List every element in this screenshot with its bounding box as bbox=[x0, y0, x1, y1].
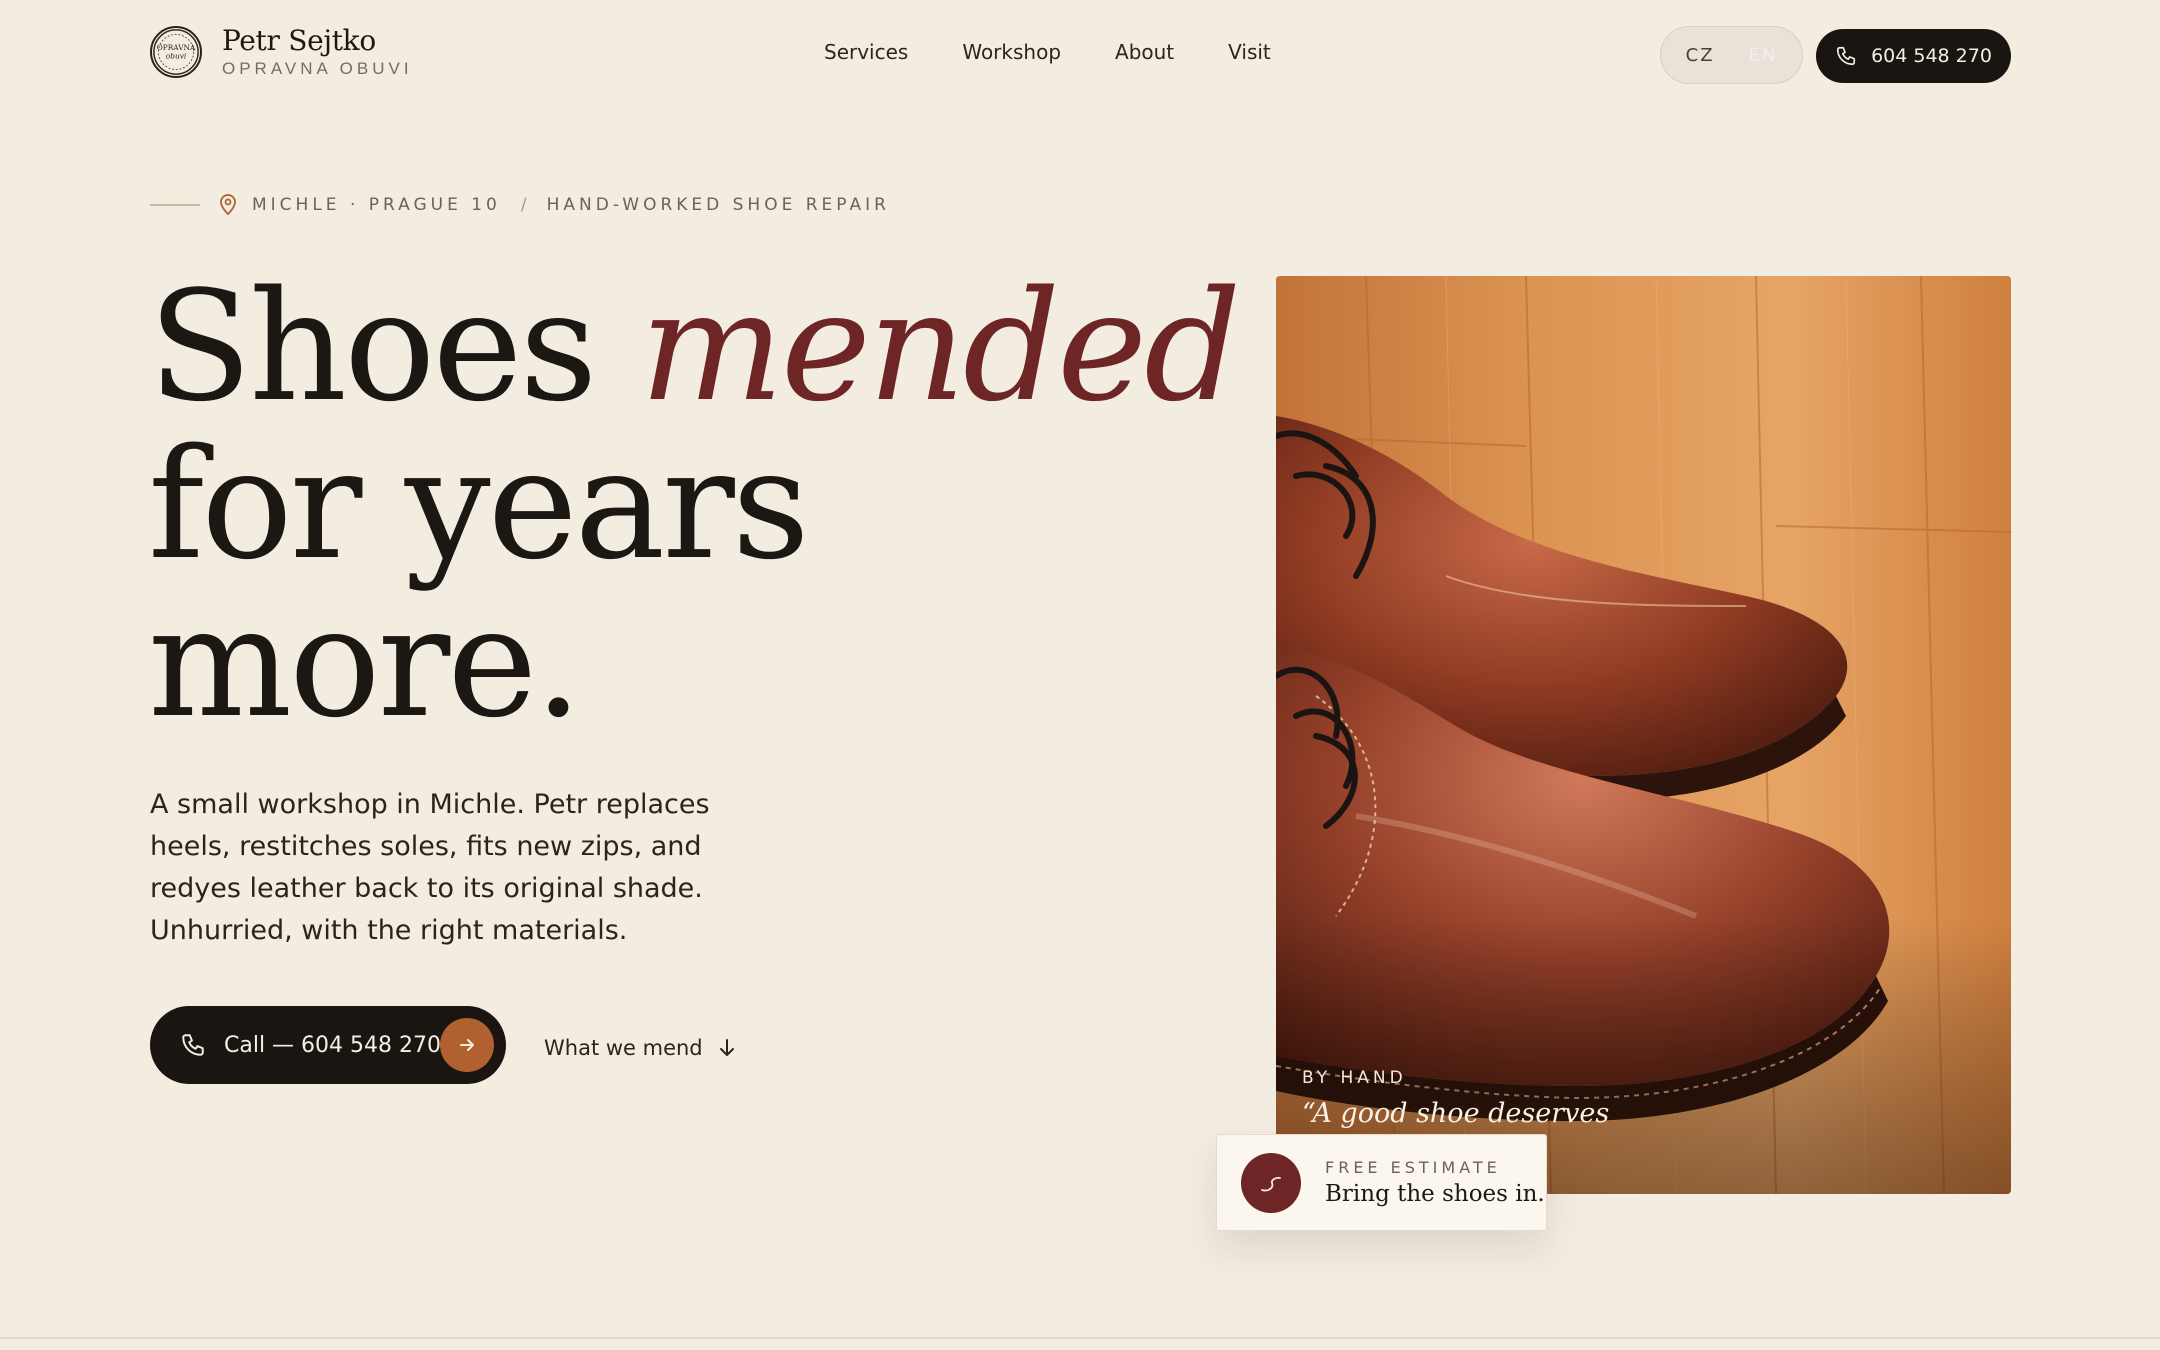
location-pin-icon bbox=[220, 194, 236, 216]
language-option-en[interactable]: EN bbox=[1749, 45, 1778, 66]
brand-badge-icon: OPRAVNA obuvi bbox=[150, 25, 202, 78]
brand-logo[interactable]: OPRAVNA obuvi Petr Sejtko OPRAVNA OBUVI bbox=[150, 24, 413, 79]
header-phone-label: 604 548 270 bbox=[1871, 45, 1992, 67]
eyebrow-location: MICHLE · PRAGUE 10 bbox=[252, 195, 501, 215]
eyebrow-rule bbox=[150, 204, 200, 206]
eyebrow-tagline: HAND-WORKED SHOE REPAIR bbox=[546, 195, 890, 215]
headline-line3: more. bbox=[148, 574, 583, 751]
main-nav: Services Workshop About Visit bbox=[824, 40, 1271, 64]
nav-item-about[interactable]: About bbox=[1115, 40, 1174, 64]
phone-icon bbox=[182, 1034, 204, 1056]
free-estimate-card: FREE ESTIMATE Bring the shoes in. bbox=[1216, 1134, 1547, 1231]
what-we-mend-label: What we mend bbox=[544, 1036, 703, 1060]
leather-shoes-illustration bbox=[1276, 276, 2011, 1194]
brand-subtitle: OPRAVNA OBUVI bbox=[222, 59, 413, 78]
phone-icon bbox=[1836, 46, 1856, 66]
header-phone-button[interactable]: 604 548 270 bbox=[1816, 29, 2011, 83]
call-cta-label: Call — 604 548 270 bbox=[224, 1032, 442, 1058]
hero-eyebrow: MICHLE · PRAGUE 10 / HAND-WORKED SHOE RE… bbox=[150, 194, 890, 216]
eyebrow-separator: / bbox=[520, 195, 527, 215]
hero-description: A small workshop in Michle. Petr replace… bbox=[150, 789, 710, 946]
language-switcher: CZ EN bbox=[1660, 26, 1803, 84]
arrow-down-icon bbox=[719, 1039, 734, 1056]
estimate-label: FREE ESTIMATE bbox=[1325, 1158, 1501, 1177]
headline-accent: mended bbox=[639, 258, 1242, 435]
what-we-mend-link[interactable]: What we mend bbox=[544, 1036, 737, 1060]
language-option-cz[interactable]: CZ bbox=[1686, 45, 1715, 66]
photo-caption-label: BY HAND bbox=[1302, 1068, 1407, 1088]
photo-caption-quote: “A good shoe deserves bbox=[1302, 1098, 1610, 1129]
headline-line2: for years bbox=[148, 416, 810, 593]
call-cta-button[interactable]: Call — 604 548 270 bbox=[150, 1006, 506, 1084]
nav-item-workshop[interactable]: Workshop bbox=[962, 40, 1061, 64]
hero-shoe-photo: BY HAND “A good shoe deserves bbox=[1276, 276, 2011, 1194]
badge-line2: obuvi bbox=[166, 51, 186, 60]
brand-name: Petr Sejtko bbox=[222, 24, 376, 57]
nav-item-services[interactable]: Services bbox=[824, 40, 908, 64]
headline-part1: Shoes bbox=[148, 258, 597, 435]
estimate-text: Bring the shoes in. bbox=[1325, 1181, 1545, 1207]
hero-headline: Shoes mended for years more. bbox=[148, 268, 1241, 742]
section-divider bbox=[0, 1337, 2160, 1339]
stitch-icon bbox=[1241, 1152, 1301, 1213]
arrow-right-icon bbox=[440, 1018, 494, 1072]
nav-item-visit[interactable]: Visit bbox=[1228, 40, 1271, 64]
